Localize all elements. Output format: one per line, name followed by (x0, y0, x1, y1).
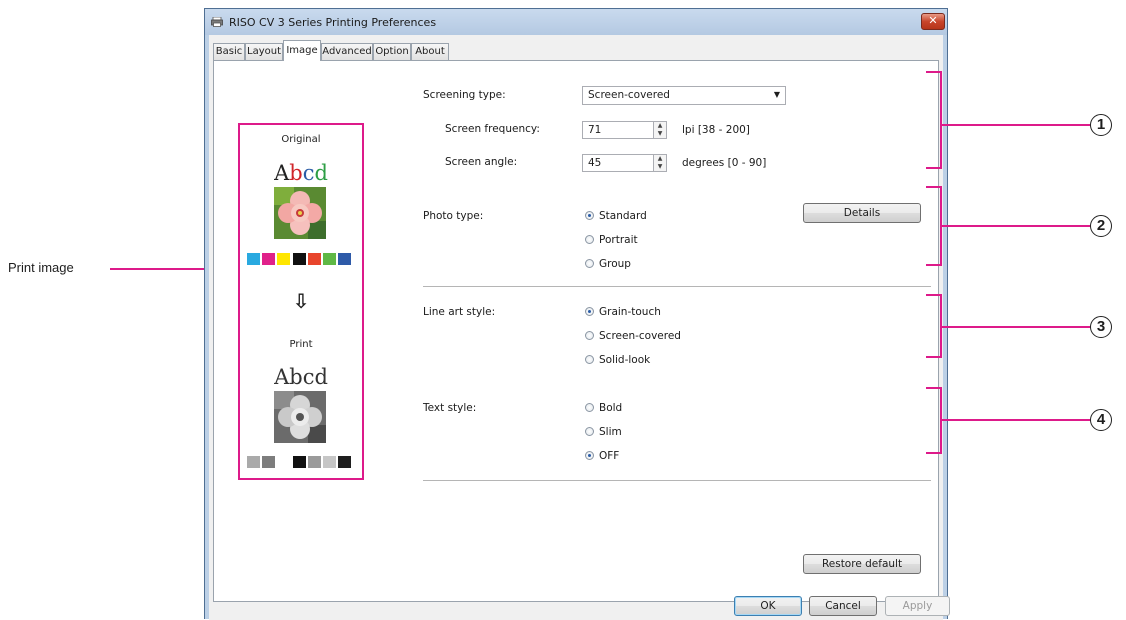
printer-icon (211, 17, 223, 27)
text-style-slim-radio[interactable] (585, 427, 594, 436)
swatch-red (308, 253, 321, 265)
original-label: Original (281, 134, 321, 145)
marker-1: 1 (1090, 114, 1112, 136)
window-title: RISO CV 3 Series Printing Preferences (229, 16, 437, 29)
screening-type-label: Screening type: (423, 89, 506, 101)
screen-angle-spinner[interactable]: ▲ ▼ (653, 154, 667, 172)
text-style-slim-label: Slim (599, 426, 622, 438)
print-swatch-4 (293, 456, 306, 468)
line-art-style-label: Line art style: (423, 306, 496, 318)
divider (423, 286, 931, 287)
swatch-green (323, 253, 336, 265)
original-sample-text: Abcd (274, 161, 328, 185)
photo-portrait-radio[interactable] (585, 235, 594, 244)
marker-3: 3 (1090, 316, 1112, 338)
line-art-grain-touch-label: Grain-touch (599, 306, 661, 318)
printing-preferences-window: RISO CV 3 Series Printing Preferences ✕ … (204, 8, 950, 620)
tab-option[interactable]: Option (373, 43, 411, 60)
screen-frequency-input[interactable]: 71 (582, 121, 654, 139)
screen-angle-label: Screen angle: (445, 156, 518, 168)
print-image-preview: Original Abcd ⇩ Print Abcd (238, 123, 364, 480)
print-swatch-1 (247, 456, 260, 468)
restore-default-button[interactable]: Restore default (803, 554, 921, 574)
tab-advanced[interactable]: Advanced (321, 43, 373, 60)
print-swatch-7 (338, 456, 351, 468)
title-bar[interactable]: RISO CV 3 Series Printing Preferences ✕ (205, 9, 947, 35)
swatch-cyan (247, 253, 260, 265)
chevron-down-icon: ▼ (773, 90, 780, 99)
screen-angle-unit: degrees [0 - 90] (682, 157, 767, 169)
line-art-solid-look-radio[interactable] (585, 355, 594, 364)
screening-type-select[interactable]: Screen-covered ▼ (582, 86, 786, 105)
text-style-off-radio[interactable] (585, 451, 594, 460)
original-flower-image (274, 187, 326, 239)
cancel-button[interactable]: Cancel (809, 596, 877, 616)
screen-angle-input[interactable]: 45 (582, 154, 654, 172)
print-swatch-5 (308, 456, 321, 468)
print-image-annotation: Print image (8, 260, 74, 275)
tab-about[interactable]: About (411, 43, 449, 60)
ok-button[interactable]: OK (734, 596, 802, 616)
photo-portrait-label: Portrait (599, 234, 638, 246)
photo-standard-label: Standard (599, 210, 647, 222)
swatch-black (293, 253, 306, 265)
line-art-grain-touch-radio[interactable] (585, 307, 594, 316)
marker-4: 4 (1090, 409, 1112, 431)
screen-frequency-label: Screen frequency: (445, 123, 540, 135)
text-style-bold-radio[interactable] (585, 403, 594, 412)
down-arrow-icon: ⇩ (292, 289, 310, 313)
swatch-blue (338, 253, 351, 265)
text-style-bold-label: Bold (599, 402, 623, 414)
divider (423, 480, 931, 481)
screen-frequency-unit: lpi [38 - 200] (682, 124, 750, 136)
print-swatch-3 (277, 456, 290, 468)
swatch-yellow (277, 253, 290, 265)
print-sample-text: Abcd (274, 365, 328, 389)
tab-basic[interactable]: Basic (213, 43, 245, 60)
print-label: Print (289, 339, 313, 350)
screen-frequency-spinner[interactable]: ▲ ▼ (653, 121, 667, 139)
photo-standard-radio[interactable] (585, 211, 594, 220)
details-button[interactable]: Details (803, 203, 921, 223)
screening-type-value: Screen-covered (588, 89, 670, 101)
print-swatch-6 (323, 456, 336, 468)
line-art-screen-covered-radio[interactable] (585, 331, 594, 340)
line-art-screen-covered-label: Screen-covered (599, 330, 681, 342)
swatch-magenta (262, 253, 275, 265)
line-art-solid-look-label: Solid-look (599, 354, 651, 366)
apply-button[interactable]: Apply (885, 596, 950, 616)
dialog-client: Basic Layout Image Advanced Option About… (209, 35, 950, 620)
photo-type-label: Photo type: (423, 210, 484, 222)
photo-group-radio[interactable] (585, 259, 594, 268)
print-flower-image (274, 391, 326, 443)
text-style-label: Text style: (423, 402, 477, 414)
marker-2: 2 (1090, 215, 1112, 237)
print-swatch-2 (262, 456, 275, 468)
tab-layout[interactable]: Layout (245, 43, 283, 60)
tab-image[interactable]: Image (283, 40, 321, 61)
photo-group-label: Group (599, 258, 631, 270)
close-button[interactable]: ✕ (921, 13, 945, 30)
text-style-off-label: OFF (599, 450, 620, 462)
